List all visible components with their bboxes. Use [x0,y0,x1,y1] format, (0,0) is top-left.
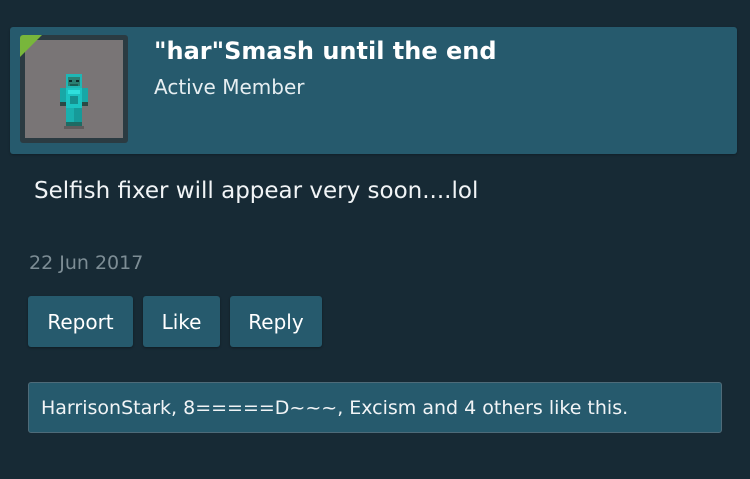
username-link[interactable]: "har"Smash until the end [154,37,497,65]
avatar[interactable] [20,35,128,143]
forum-post: "har"Smash until the end Active Member S… [0,0,750,479]
post-message: Selfish fixer will appear very soon....l… [34,178,479,204]
like-button[interactable]: Like [143,296,220,347]
online-status-indicator [20,35,42,57]
reply-button[interactable]: Reply [230,296,322,347]
likes-summary[interactable]: HarrisonStark, 8=====D~~~, Excism and 4 … [28,382,722,433]
user-title: Active Member [154,75,305,99]
minecraft-skin-icon [60,74,88,129]
post-author-panel: "har"Smash until the end Active Member [10,27,737,154]
report-button[interactable]: Report [28,296,133,347]
post-date[interactable]: 22 Jun 2017 [29,252,143,274]
